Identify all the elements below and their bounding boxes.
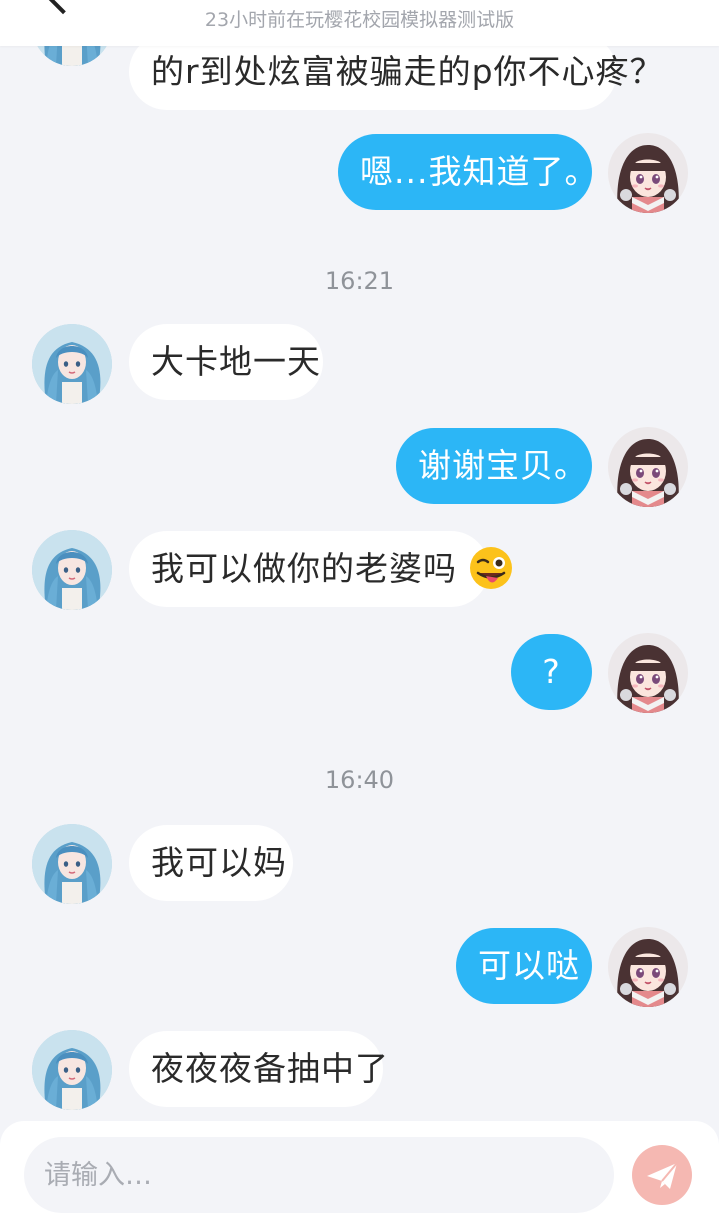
user-avatar[interactable] bbox=[608, 927, 688, 1007]
outgoing-message: 可以哒 bbox=[456, 928, 592, 1004]
paper-plane-icon bbox=[647, 1162, 678, 1189]
incoming-message: 夜夜夜备抽中了 bbox=[129, 1031, 388, 1107]
last-active-status: 23小时前在玩樱花校园模拟器测试版 bbox=[204, 9, 515, 31]
message-text: 嗯...我知道了。 bbox=[360, 152, 599, 191]
message-text: 我可以妈 bbox=[151, 843, 287, 882]
contact-avatar[interactable] bbox=[32, 530, 112, 610]
message-input[interactable] bbox=[24, 1137, 614, 1213]
incoming-message: 大卡地一天 bbox=[129, 324, 323, 400]
message-text: 我可以做你的老婆吗 bbox=[151, 549, 457, 588]
send-button[interactable] bbox=[632, 1145, 692, 1205]
chat-header: 23小时前在玩樱花校园模拟器测试版 bbox=[0, 0, 719, 46]
message-timestamp: 16:40 bbox=[324, 766, 395, 794]
incoming-message: 我可以妈 bbox=[129, 825, 293, 901]
winking-tongue-emoji bbox=[469, 547, 512, 589]
message-text: 大卡地一天 bbox=[151, 342, 321, 381]
message-text: ? bbox=[542, 652, 561, 691]
message-text: 谢谢宝贝。 bbox=[418, 446, 588, 485]
user-avatar[interactable] bbox=[608, 427, 688, 507]
contact-avatar[interactable] bbox=[32, 824, 112, 904]
more-options-icon[interactable] bbox=[666, 0, 686, 20]
message-text: 可以哒 bbox=[478, 946, 580, 985]
message-text: 的r到处炫富被骗走的p你不心疼？ bbox=[151, 52, 664, 91]
incoming-message: 我可以做你的老婆吗 bbox=[129, 531, 512, 607]
user-avatar[interactable] bbox=[608, 633, 688, 713]
contact-avatar[interactable] bbox=[32, 1030, 112, 1110]
user-avatar[interactable] bbox=[608, 133, 688, 213]
outgoing-message: 谢谢宝贝。 bbox=[396, 428, 592, 504]
contact-avatar[interactable] bbox=[32, 324, 112, 404]
message-text: 夜夜夜备抽中了 bbox=[151, 1049, 389, 1088]
outgoing-message: 嗯...我知道了。 bbox=[338, 134, 597, 210]
message-timestamp: 16:21 bbox=[324, 267, 395, 295]
outgoing-message: ? bbox=[511, 634, 592, 710]
message-composer bbox=[0, 1121, 719, 1223]
